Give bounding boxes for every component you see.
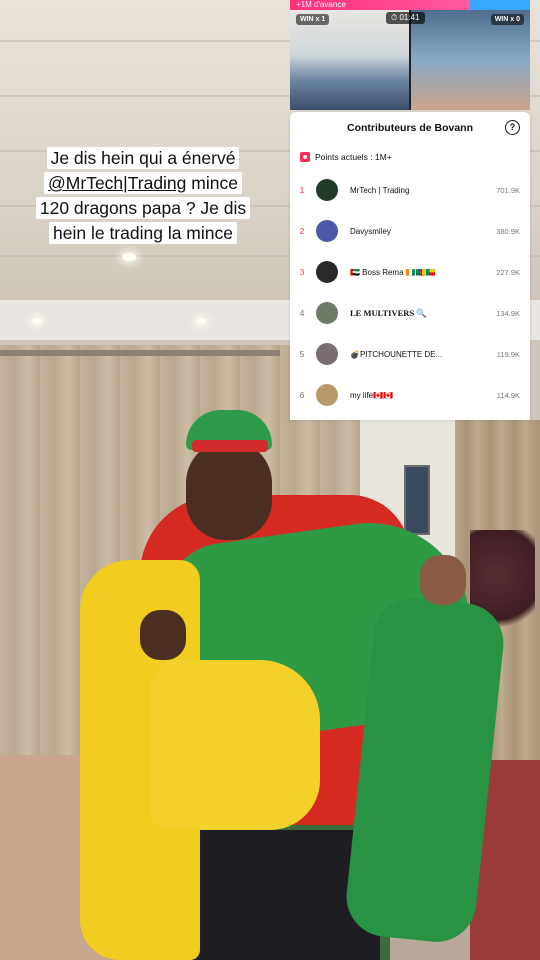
contributor-score: 134.9K — [496, 308, 520, 318]
contributor-row[interactable]: 4 LE MULTIVERS 🔍 134.9K — [290, 293, 530, 333]
battle-score-bar: +1M d'avance — [290, 0, 530, 10]
battle-cam-right[interactable] — [411, 10, 530, 110]
contributor-name: LE MULTIVERS 🔍 — [350, 307, 427, 318]
points-label: Points actuels : 1M+ — [315, 152, 392, 162]
contributor-rank: 6 — [299, 390, 305, 400]
contributor-rank: 4 — [299, 308, 305, 318]
contributor-name: my life🇨🇦🇨🇦 — [350, 390, 394, 400]
win-badge-left: WIN x 1 — [296, 14, 330, 25]
battle-cam-left[interactable] — [290, 10, 409, 110]
live-battle[interactable]: +1M d'avance WIN x 1 ⏱ 01:41 WIN x 0 — [290, 0, 530, 110]
contributor-rank: 1 — [299, 185, 305, 195]
contributor-score: 701.9K — [496, 185, 520, 195]
battle-timer: ⏱ 01:41 — [386, 12, 425, 24]
contributor-row[interactable]: 3 🇦🇪 Boss Rema 🇨🇮🇨🇲🇧🇯 227.9K — [290, 252, 530, 292]
contributor-score: 114.9K — [496, 390, 520, 400]
avatar[interactable] — [316, 220, 338, 242]
caption-line: @MrTech|Trading mince — [44, 172, 242, 194]
contributor-row[interactable]: 2 Davysmiley 380.9K — [290, 211, 530, 251]
help-icon[interactable]: ? — [505, 120, 520, 135]
caption-mention-tail: mince — [186, 173, 238, 193]
caption-line: 120 dragons papa ? Je dis — [35, 197, 251, 219]
avatar[interactable] — [316, 179, 338, 201]
contributor-name: 🇦🇪 Boss Rema 🇨🇮🇨🇲🇧🇯 — [350, 267, 436, 277]
caption-mention[interactable]: @MrTech|Trading — [48, 173, 186, 193]
contributor-row[interactable]: 1 MrTech | Trading 701.9K — [290, 170, 530, 210]
video-caption: Je dis hein qui a énervé @MrTech|Trading… — [16, 146, 270, 246]
contributor-score: 119.9K — [496, 349, 520, 359]
caption-line: hein le trading la mince — [49, 222, 237, 244]
wall-picture — [404, 465, 430, 535]
contributor-rank: 5 — [299, 349, 305, 359]
contributor-score: 227.9K — [496, 267, 520, 277]
battle-lead-label: +1M d'avance — [296, 0, 346, 9]
timer-value: 01:41 — [399, 13, 420, 22]
person-cap-brim — [192, 440, 268, 452]
contributor-row[interactable]: 6 my life🇨🇦🇨🇦 114.9K — [290, 375, 530, 415]
panel-title: Contributeurs de Bovann — [346, 122, 473, 134]
flag-yellow-stripe — [150, 660, 320, 830]
person-head — [186, 440, 272, 540]
current-points: Points actuels : 1M+ — [300, 152, 392, 162]
contributor-name: MrTech | Trading — [350, 185, 410, 195]
contributor-rank: 3 — [299, 267, 305, 277]
avatar[interactable] — [316, 302, 338, 324]
ceiling-light — [122, 253, 136, 261]
avatar[interactable] — [316, 261, 338, 283]
points-icon — [300, 152, 310, 162]
contributor-name: 💣PITCHOUNETTE DE... — [350, 349, 443, 359]
win-badge-right: WIN x 0 — [490, 14, 524, 25]
ceiling-light — [196, 318, 206, 324]
contributors-panel: Contributeurs de Bovann ? Points actuels… — [290, 112, 530, 420]
contributor-name: Davysmiley — [350, 226, 391, 236]
curtain-rod — [0, 350, 280, 356]
caption-line: Je dis hein qui a énervé — [46, 147, 240, 169]
ceiling-light — [32, 318, 42, 324]
contributor-rank: 2 — [299, 226, 305, 236]
avatar[interactable] — [316, 384, 338, 406]
person-hand — [140, 610, 186, 660]
contributor-row[interactable]: 5 💣PITCHOUNETTE DE... 119.9K — [290, 334, 530, 374]
avatar[interactable] — [316, 343, 338, 365]
contributor-score: 380.9K — [496, 226, 520, 236]
person-hand — [420, 555, 466, 605]
